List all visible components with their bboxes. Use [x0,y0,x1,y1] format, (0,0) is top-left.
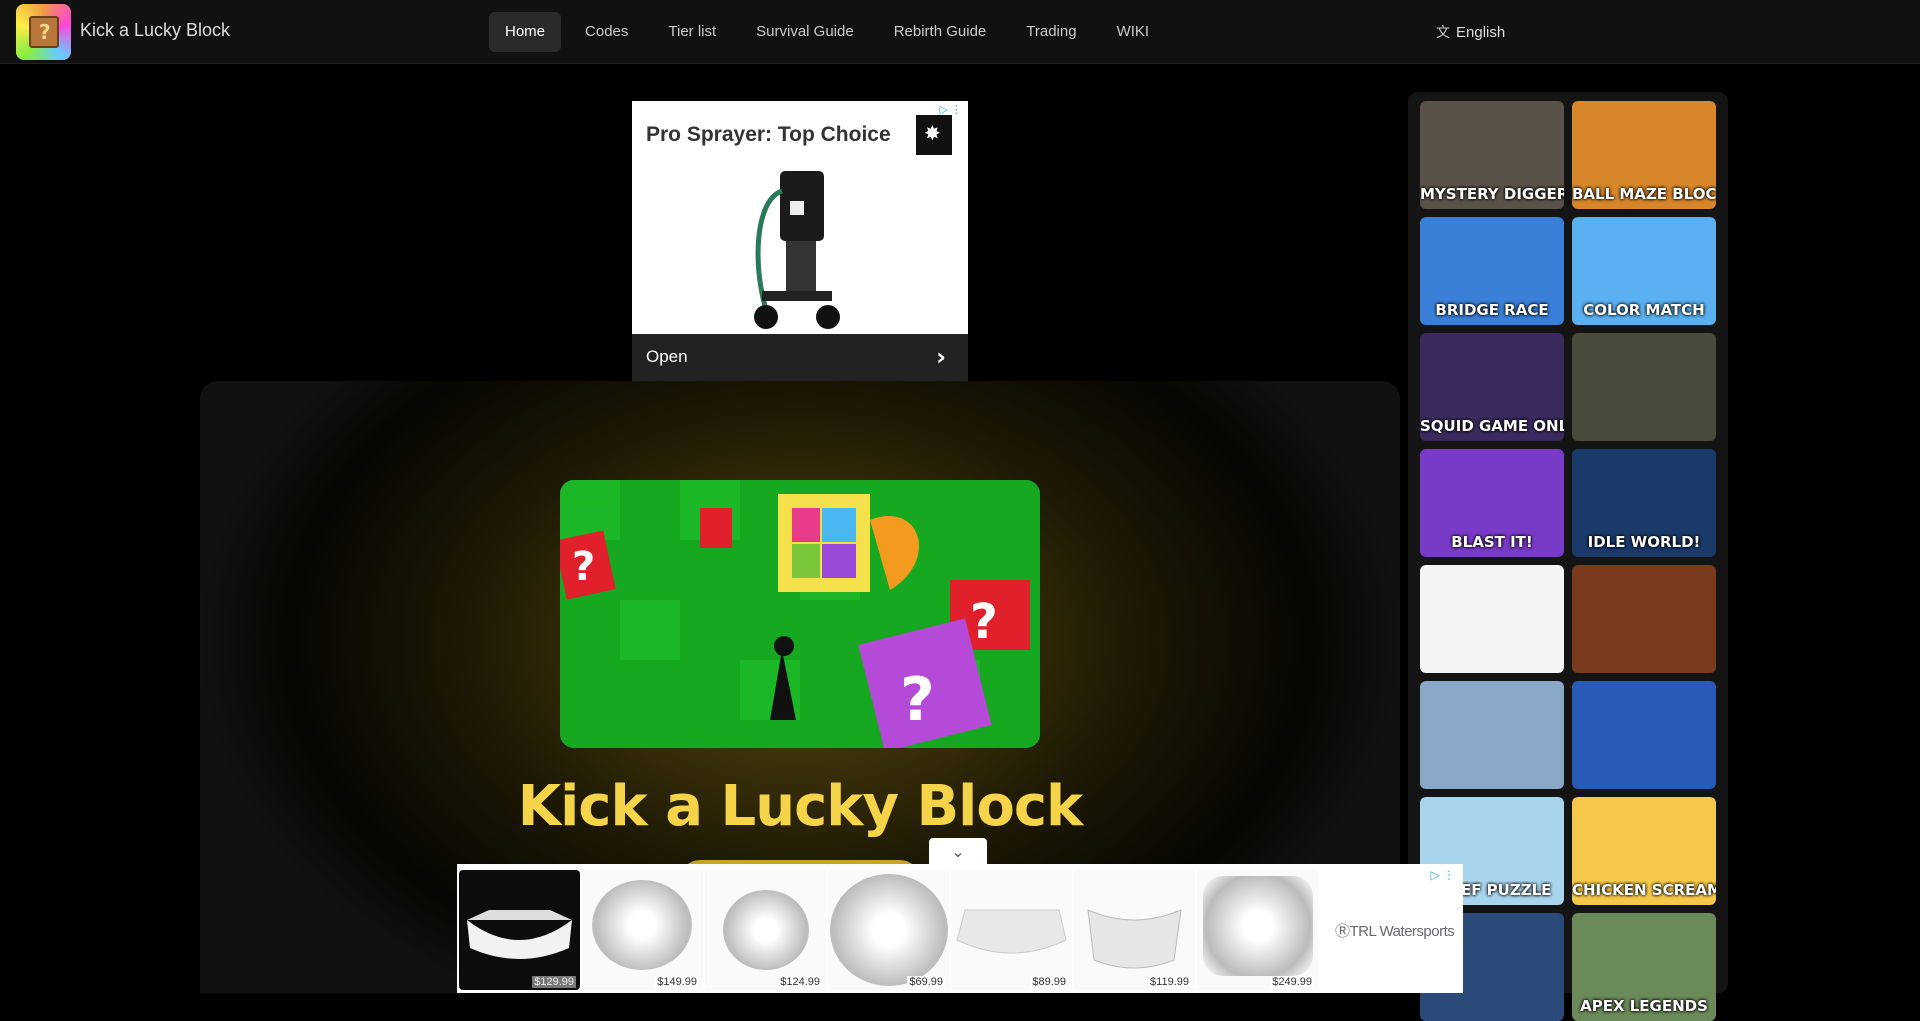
game-tile[interactable]: BLAST IT! [1420,449,1564,557]
chevron-down-icon[interactable]: ⌄ [929,838,987,866]
related-games-sidebar: MYSTERY DIGGER BALL MAZE BLOCK BRIDGE RA… [1408,92,1728,1021]
game-tile[interactable]: COLOR MATCH [1572,217,1716,325]
game-tile-label: CHICKEN SCREAM [1572,881,1716,899]
ad-banner-top[interactable]: Pro Sprayer: Top Choice ▷ ⋮ Open › [632,101,968,381]
lucky-block-scene: ? ? ? [560,480,1040,748]
game-tile-label: BRIDGE RACE [1435,301,1549,319]
ad-product-image [592,880,692,970]
game-title: Kick a Lucky Block [517,774,1084,839]
game-tile[interactable]: BALL MAZE BLOCK [1572,101,1716,209]
ad-brand-text: TRL Watersports [1349,923,1455,940]
lucky-block-icon [29,16,59,48]
site-header: Kick a Lucky Block Home Codes Tier list … [0,0,1920,64]
translate-icon: 文 [1436,24,1450,40]
game-tile[interactable] [1572,565,1716,673]
site-title[interactable]: Kick a Lucky Block [80,20,230,41]
game-tile[interactable] [1420,681,1564,789]
nav-rebirth-guide[interactable]: Rebirth Guide [878,12,1003,52]
ad-brand-logo [916,115,952,155]
site-logo[interactable] [16,4,71,60]
chevron-right-icon: › [936,343,946,371]
language-selector[interactable]: 文 English [1436,22,1505,42]
nav-home[interactable]: Home [489,12,562,52]
svg-text:?: ? [900,665,935,735]
game-tile-label: IDLE WORLD! [1587,533,1701,551]
game-tile-label: SQUID GAME ONLINE [1420,417,1564,435]
game-tile-label: MYSTERY DIGGER [1420,185,1564,203]
ad-product[interactable]: $249.99 [1197,870,1318,990]
game-tile[interactable] [1420,565,1564,673]
game-tile-label: APEX LEGENDS [1580,997,1708,1015]
game-tile[interactable]: CHICKEN SCREAM [1572,797,1716,905]
language-label: English [1456,23,1506,41]
ad-product-price: $129.99 [532,976,576,988]
nav-codes[interactable]: Codes [569,12,644,52]
ad-product-image [956,909,1067,954]
ad-product-image [1203,876,1313,976]
adchoices-icon[interactable]: ▷ ⋮ [1430,868,1455,882]
ad-product[interactable]: $89.99 [951,870,1072,990]
nav-survival-guide[interactable]: Survival Guide [740,12,870,52]
ad-product-image [723,890,809,970]
game-tile[interactable] [1572,333,1716,441]
game-tile-label: BLAST IT! [1451,533,1533,551]
ad-product[interactable]: $124.99 [705,870,826,990]
ad-product-price: $124.99 [778,976,822,988]
svg-text:?: ? [970,594,998,650]
game-cover-image[interactable]: ? ? ? [560,480,1040,748]
game-tile[interactable]: MYSTERY DIGGER [1420,101,1564,209]
ad-product-price: $69.99 [907,976,945,988]
ad-product[interactable]: $69.99 [828,870,949,990]
ad-product-price: $89.99 [1030,976,1068,988]
main-nav: Home Codes Tier list Survival Guide Rebi… [489,12,1173,52]
game-tile-label: BALL MAZE BLOCK [1572,185,1716,203]
game-tile[interactable] [1572,681,1716,789]
game-tile[interactable]: BRIDGE RACE [1420,217,1564,325]
ad-product-price: $149.99 [655,976,699,988]
game-tile-label: COLOR MATCH [1583,301,1705,319]
ad-product[interactable]: $129.99 [459,870,580,990]
ad-brand-label[interactable]: ⓇTRL Watersports [1335,920,1455,941]
ad-product-price: $249.99 [1270,976,1314,988]
nav-trading[interactable]: Trading [1010,12,1092,52]
ad-product-price: $119.99 [1148,976,1191,988]
ad-product-image [1087,909,1182,969]
svg-text:?: ? [572,544,595,590]
ad-headline: Pro Sprayer: Top Choice [646,123,891,146]
nav-tier-list[interactable]: Tier list [652,12,732,52]
ad-product[interactable]: $119.99 [1074,870,1195,990]
game-tile[interactable]: APEX LEGENDS [1572,913,1716,1021]
ad-banner-bottom[interactable]: $129.99 $149.99 $124.99 $69.99 $89.99 $1… [457,864,1463,993]
ad-product[interactable]: $149.99 [582,870,703,990]
game-tile[interactable]: IDLE WORLD! [1572,449,1716,557]
ad-product-image [467,910,572,959]
game-tile[interactable]: SQUID GAME ONLINE [1420,333,1564,441]
ad-open-bar[interactable]: Open › [632,334,968,381]
ad-open-label: Open [646,347,688,366]
ad-product-image [830,874,948,986]
ad-product-image [754,171,840,329]
nav-wiki[interactable]: WIKI [1101,12,1166,52]
registered-icon: Ⓡ [1335,923,1350,940]
